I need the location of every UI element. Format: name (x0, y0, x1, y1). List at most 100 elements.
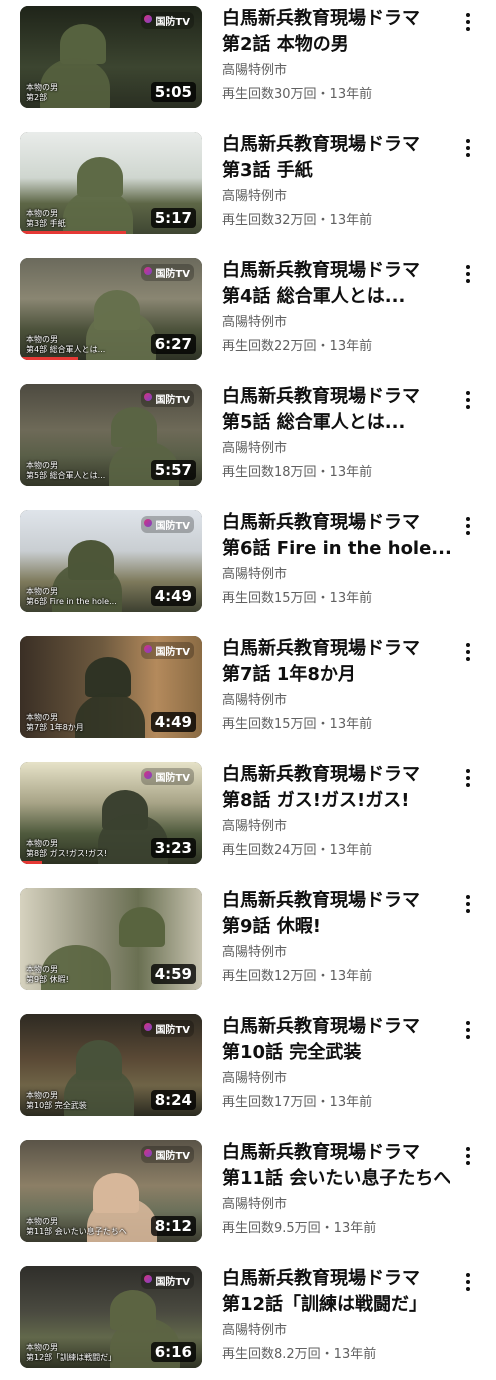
video-title[interactable]: 白馬新兵教育現場ドラマ 第2話 本物の男 (222, 6, 450, 58)
video-item[interactable]: 国防TV 本物の男 第7部 1年8か月 4:49 白馬新兵教育現場ドラマ 第7話… (0, 630, 496, 750)
video-title-line2: 第3話 手紙 (222, 160, 313, 181)
more-options-icon[interactable] (458, 638, 478, 666)
video-item[interactable]: 国防TV 本物の男 第10部 完全武装 8:24 白馬新兵教育現場ドラマ 第10… (0, 1008, 496, 1128)
caption-series: 本物の男 (26, 335, 58, 344)
video-thumbnail[interactable]: 国防TV 本物の男 第8部 ガス!ガス!ガス! 3:23 (20, 762, 202, 864)
video-item[interactable]: 国防TV 本物の男 第5部 総合軍人とは... 5:57 白馬新兵教育現場ドラマ… (0, 378, 496, 498)
menu-dot (466, 1035, 470, 1039)
channel-name[interactable]: 高陽特例市 (222, 440, 287, 458)
channel-name[interactable]: 高陽特例市 (222, 1322, 287, 1340)
duration-badge: 6:16 (150, 1342, 196, 1362)
thumbnail-caption: 本物の男 第4部 総合軍人とは... (26, 335, 105, 355)
video-title-line1: 白馬新兵教育現場ドラマ (222, 134, 420, 155)
thumbnail-caption: 本物の男 第2部 (26, 83, 58, 103)
video-thumbnail[interactable]: 国防TV 本物の男 第12部「訓練は戦闘だ」 6:16 (20, 1266, 202, 1368)
menu-dot (466, 776, 470, 780)
more-options-icon[interactable] (458, 8, 478, 36)
soldier-figure (85, 657, 131, 697)
menu-dot (466, 391, 470, 395)
caption-episode: 第3部 手紙 (26, 219, 66, 228)
video-item[interactable]: 国防TV 本物の男 第6部 Fire in the hole... 4:49 白… (0, 504, 496, 624)
view-count-and-age: 再生回数32万回・13年前 (222, 213, 373, 228)
channel-name[interactable]: 高陽特例市 (222, 944, 287, 962)
video-title[interactable]: 白馬新兵教育現場ドラマ 第12話「訓練は戦闘だ」 (222, 1266, 450, 1318)
channel-name[interactable]: 高陽特例市 (222, 566, 287, 584)
video-thumbnail[interactable]: 国防TV 本物の男 第6部 Fire in the hole... 4:49 (20, 510, 202, 612)
video-title[interactable]: 白馬新兵教育現場ドラマ 第9話 休暇! (222, 888, 450, 940)
channel-logo-watermark: 国防TV (141, 642, 194, 659)
video-item[interactable]: 国防TV 本物の男 第2部 5:05 白馬新兵教育現場ドラマ 第2話 本物の男 … (0, 0, 496, 120)
video-title[interactable]: 白馬新兵教育現場ドラマ 第11話 会いたい息子たちへ (222, 1140, 450, 1192)
more-options-icon[interactable] (458, 1142, 478, 1170)
channel-name[interactable]: 高陽特例市 (222, 692, 287, 710)
menu-dot (466, 398, 470, 402)
video-title[interactable]: 白馬新兵教育現場ドラマ 第7話 1年8か月 (222, 636, 450, 688)
more-options-icon[interactable] (458, 512, 478, 540)
watch-progress-bar (20, 861, 42, 864)
video-thumbnail[interactable]: 国防TV 本物の男 第11部 会いたい息子たちへ 8:12 (20, 1140, 202, 1242)
video-title-line1: 白馬新兵教育現場ドラマ (222, 8, 420, 29)
video-thumbnail[interactable]: 本物の男 第3部 手紙 5:17 (20, 132, 202, 234)
duration-badge: 5:57 (150, 460, 196, 480)
video-thumbnail[interactable]: 本物の男 第9部 休暇! 4:59 (20, 888, 202, 990)
video-thumbnail[interactable]: 国防TV 本物の男 第2部 5:05 (20, 6, 202, 108)
video-thumbnail[interactable]: 国防TV 本物の男 第4部 総合軍人とは... 6:27 (20, 258, 202, 360)
caption-episode: 第7部 1年8か月 (26, 723, 84, 732)
video-item[interactable]: 本物の男 第9部 休暇! 4:59 白馬新兵教育現場ドラマ 第9話 休暇! 高陽… (0, 882, 496, 1002)
menu-dot (466, 1287, 470, 1291)
video-title[interactable]: 白馬新兵教育現場ドラマ 第6話 Fire in the hole... (222, 510, 450, 562)
menu-dot (466, 650, 470, 654)
menu-dot (466, 1154, 470, 1158)
caption-series: 本物の男 (26, 713, 58, 722)
video-thumbnail[interactable]: 国防TV 本物の男 第5部 総合軍人とは... 5:57 (20, 384, 202, 486)
thumbnail-caption: 本物の男 第3部 手紙 (26, 209, 66, 229)
video-item[interactable]: 国防TV 本物の男 第11部 会いたい息子たちへ 8:12 白馬新兵教育現場ドラ… (0, 1134, 496, 1254)
more-options-icon[interactable] (458, 260, 478, 288)
more-options-icon[interactable] (458, 1268, 478, 1296)
video-item[interactable]: 国防TV 本物の男 第8部 ガス!ガス!ガス! 3:23 白馬新兵教育現場ドラマ… (0, 756, 496, 876)
channel-name[interactable]: 高陽特例市 (222, 818, 287, 836)
more-options-icon[interactable] (458, 134, 478, 162)
duration-badge: 4:49 (150, 586, 196, 606)
video-title[interactable]: 白馬新兵教育現場ドラマ 第3話 手紙 (222, 132, 450, 184)
duration-badge: 5:05 (150, 82, 196, 102)
view-count-and-age: 再生回数12万回・13年前 (222, 969, 373, 984)
video-title-line2: 第12話「訓練は戦闘だ」 (222, 1294, 428, 1315)
video-item[interactable]: 国防TV 本物の男 第4部 総合軍人とは... 6:27 白馬新兵教育現場ドラマ… (0, 252, 496, 372)
video-title[interactable]: 白馬新兵教育現場ドラマ 第10話 完全武装 (222, 1014, 450, 1066)
video-title[interactable]: 白馬新兵教育現場ドラマ 第4話 総合軍人とは... (222, 258, 450, 310)
menu-dot (466, 643, 470, 647)
channel-name[interactable]: 高陽特例市 (222, 188, 287, 206)
channel-name[interactable]: 高陽特例市 (222, 1196, 287, 1214)
video-title-line2: 第6話 Fire in the hole... (222, 538, 450, 559)
video-title-line1: 白馬新兵教育現場ドラマ (222, 512, 420, 533)
menu-dot (466, 27, 470, 31)
thumbnail-caption: 本物の男 第6部 Fire in the hole... (26, 587, 117, 607)
video-title-line1: 白馬新兵教育現場ドラマ (222, 1016, 420, 1037)
channel-name[interactable]: 高陽特例市 (222, 314, 287, 332)
channel-name[interactable]: 高陽特例市 (222, 62, 287, 80)
caption-series: 本物の男 (26, 839, 58, 848)
soldier-figure (119, 907, 165, 947)
video-title[interactable]: 白馬新兵教育現場ドラマ 第8話 ガス!ガス!ガス! (222, 762, 450, 814)
duration-badge: 5:17 (150, 208, 196, 228)
view-count-and-age: 再生回数18万回・13年前 (222, 465, 373, 480)
more-options-icon[interactable] (458, 1016, 478, 1044)
video-thumbnail[interactable]: 国防TV 本物の男 第7部 1年8か月 4:49 (20, 636, 202, 738)
video-item[interactable]: 国防TV 本物の男 第12部「訓練は戦闘だ」 6:16 白馬新兵教育現場ドラマ … (0, 1260, 496, 1380)
menu-dot (466, 531, 470, 535)
thumbnail-caption: 本物の男 第7部 1年8か月 (26, 713, 84, 733)
more-options-icon[interactable] (458, 890, 478, 918)
more-options-icon[interactable] (458, 764, 478, 792)
more-options-icon[interactable] (458, 386, 478, 414)
caption-episode: 第8部 ガス!ガス!ガス! (26, 849, 108, 858)
video-title[interactable]: 白馬新兵教育現場ドラマ 第5話 総合軍人とは... (222, 384, 450, 436)
video-thumbnail[interactable]: 国防TV 本物の男 第10部 完全武装 8:24 (20, 1014, 202, 1116)
video-item[interactable]: 本物の男 第3部 手紙 5:17 白馬新兵教育現場ドラマ 第3話 手紙 高陽特例… (0, 126, 496, 246)
menu-dot (466, 1280, 470, 1284)
channel-name[interactable]: 高陽特例市 (222, 1070, 287, 1088)
caption-episode: 第10部 完全武装 (26, 1101, 87, 1110)
caption-series: 本物の男 (26, 209, 58, 218)
view-count-and-age: 再生回数22万回・13年前 (222, 339, 373, 354)
menu-dot (466, 139, 470, 143)
